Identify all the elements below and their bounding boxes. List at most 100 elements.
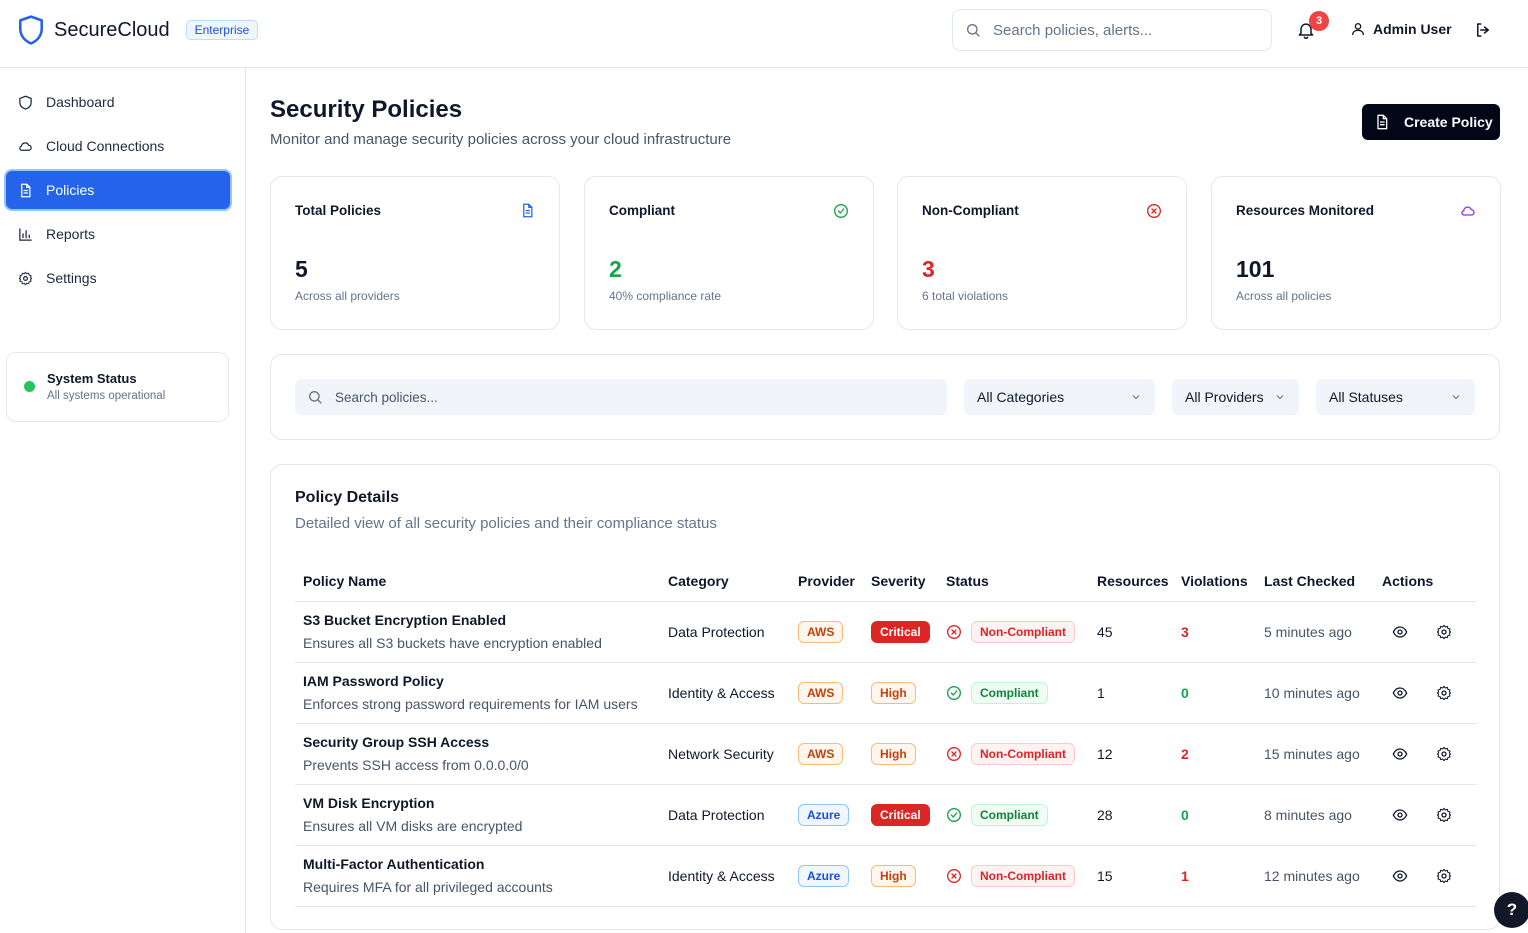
policy-name-cell: Multi-Factor Authentication Requires MFA …: [295, 845, 660, 907]
eye-icon[interactable]: [1392, 685, 1408, 701]
column-header[interactable]: Severity: [863, 561, 938, 602]
policy-description: Enforces strong password requirements fo…: [303, 696, 638, 712]
help-button[interactable]: ?: [1494, 892, 1528, 928]
eye-icon[interactable]: [1392, 807, 1408, 823]
column-header[interactable]: Resources: [1089, 561, 1173, 602]
actions-cell: [1374, 723, 1476, 785]
status-select[interactable]: All Statuses: [1316, 379, 1475, 415]
severity-badge: Critical: [871, 803, 930, 826]
status-title: System Status: [47, 371, 137, 386]
sidebar-item-reports[interactable]: Reports: [6, 215, 230, 253]
sidebar-item-policies[interactable]: Policies: [6, 171, 230, 209]
category-cell: Data Protection: [660, 601, 790, 663]
column-header[interactable]: Category: [660, 561, 790, 602]
resources-cell: 1: [1089, 662, 1173, 724]
gear-icon[interactable]: [1436, 624, 1452, 640]
global-search-input[interactable]: [993, 21, 1253, 39]
sidebar-item-label: Cloud Connections: [46, 138, 165, 154]
last-checked-cell: 15 minutes ago: [1256, 723, 1374, 785]
document-icon: [21, 183, 31, 197]
violations-cell: 0: [1173, 784, 1256, 846]
user-icon: [1352, 23, 1364, 36]
policy-name[interactable]: IAM Password Policy: [303, 673, 660, 689]
violations-cell: 2: [1173, 723, 1256, 785]
column-header[interactable]: Status: [938, 561, 1089, 602]
status-select-value: All Statuses: [1329, 389, 1403, 405]
gear-icon[interactable]: [1436, 685, 1452, 701]
policy-name-cell: Security Group SSH Access Prevents SSH ac…: [295, 723, 660, 785]
policy-name[interactable]: VM Disk Encryption: [303, 795, 660, 811]
top-bar: SecureCloud Enterprise 3 Admin User: [0, 0, 1528, 68]
stat-subtitle: 40% compliance rate: [609, 289, 722, 303]
severity-badge: Critical: [871, 620, 930, 643]
last-checked-cell: 5 minutes ago: [1256, 601, 1374, 663]
provider-cell: AWS: [790, 601, 863, 663]
table-row[interactable]: IAM Password Policy Enforces strong passw…: [295, 662, 1476, 724]
search-icon: [309, 391, 322, 404]
policy-search-input[interactable]: [335, 389, 895, 405]
sidebar-item-label: Dashboard: [46, 94, 115, 110]
column-header[interactable]: Policy Name: [295, 561, 660, 602]
provider-badge: AWS: [798, 742, 844, 765]
stat-value: 2: [609, 256, 622, 282]
gear-icon[interactable]: [1436, 868, 1452, 884]
table-row[interactable]: S3 Bucket Encryption Enabled Ensures all …: [295, 601, 1476, 663]
provider-badge: Azure: [798, 803, 850, 826]
notification-badge: 3: [1309, 11, 1329, 31]
resources-cell: 45: [1089, 601, 1173, 663]
provider-select[interactable]: All Providers: [1172, 379, 1299, 415]
sidebar-item-dashboard[interactable]: Dashboard: [6, 83, 230, 121]
status-indicator: [24, 381, 35, 392]
actions-cell: [1374, 784, 1476, 846]
policy-search[interactable]: [295, 379, 947, 415]
status-cell: Compliant: [938, 784, 1089, 846]
user-menu[interactable]: Admin User: [1350, 21, 1452, 37]
gear-icon[interactable]: [1436, 807, 1452, 823]
column-header[interactable]: Last Checked: [1256, 561, 1374, 602]
category-cell: Network Security: [660, 723, 790, 785]
eye-icon[interactable]: [1392, 868, 1408, 884]
severity-badge: High: [871, 864, 916, 887]
brand[interactable]: SecureCloud Enterprise: [18, 15, 259, 45]
column-header[interactable]: Provider: [790, 561, 863, 602]
status-badge: Non-Compliant: [971, 742, 1075, 765]
sidebar-item-cloud-connections[interactable]: Cloud Connections: [6, 127, 230, 165]
last-checked-cell: 10 minutes ago: [1256, 662, 1374, 724]
check-circle-icon: [947, 685, 961, 700]
logout-icon[interactable]: [1474, 21, 1492, 39]
stat-label: Compliant: [609, 203, 675, 218]
table-row[interactable]: Multi-Factor Authentication Requires MFA …: [295, 845, 1476, 907]
violations-cell: 3: [1173, 601, 1256, 663]
global-search[interactable]: [952, 9, 1272, 51]
stat-label: Non-Compliant: [922, 203, 1019, 218]
gear-icon[interactable]: [1436, 746, 1452, 762]
sidebar-item-settings[interactable]: Settings: [6, 259, 230, 297]
actions-cell: [1374, 601, 1476, 663]
eye-icon[interactable]: [1392, 624, 1408, 640]
provider-cell: Azure: [790, 784, 863, 846]
stat-card-resources-monitored: Resources Monitored 101 Across all polic…: [1211, 176, 1501, 330]
table-row[interactable]: Security Group SSH Access Prevents SSH ac…: [295, 723, 1476, 785]
resources-cell: 15: [1089, 845, 1173, 907]
policy-name[interactable]: S3 Bucket Encryption Enabled: [303, 612, 660, 628]
shield-icon: [19, 95, 32, 110]
column-header: Actions: [1374, 561, 1476, 602]
eye-icon[interactable]: [1392, 746, 1408, 762]
policy-name[interactable]: Multi-Factor Authentication: [303, 856, 660, 872]
provider-cell: AWS: [790, 662, 863, 724]
policy-name[interactable]: Security Group SSH Access: [303, 734, 660, 750]
page-title: Security Policies: [270, 96, 463, 123]
chevron-down-icon: [1276, 395, 1284, 400]
table-row[interactable]: VM Disk Encryption Ensures all VM disks a…: [295, 784, 1476, 846]
search-icon: [967, 24, 980, 37]
category-select[interactable]: All Categories: [964, 379, 1155, 415]
violations-cell: 1: [1173, 845, 1256, 907]
last-checked-cell: 12 minutes ago: [1256, 845, 1374, 907]
create-policy-button[interactable]: Create Policy: [1362, 104, 1500, 140]
column-header[interactable]: Violations: [1173, 561, 1256, 602]
x-circle-icon: [947, 624, 961, 639]
policy-name-cell: VM Disk Encryption Ensures all VM disks a…: [295, 784, 660, 846]
document-icon: [523, 203, 533, 218]
provider-badge: Azure: [798, 864, 850, 887]
cloud-icon: [19, 141, 32, 151]
